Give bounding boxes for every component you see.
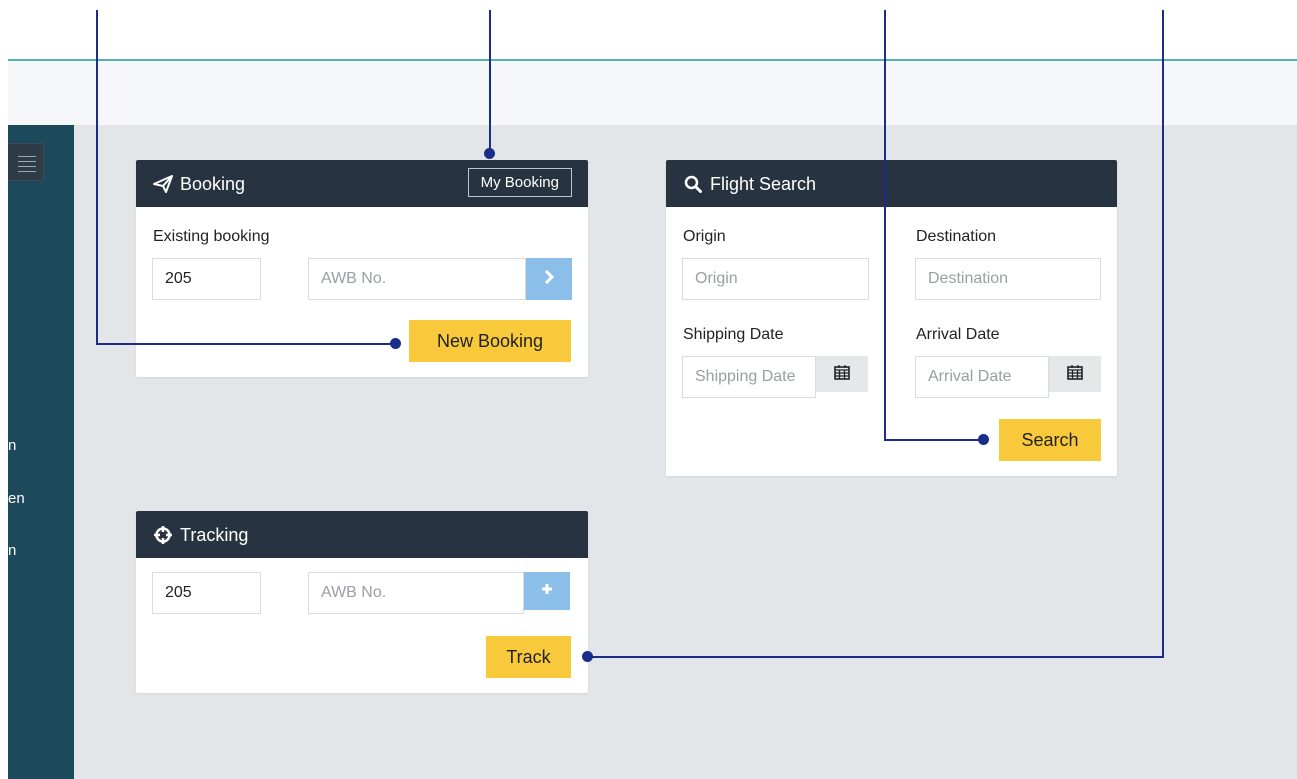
sidebar-item-label[interactable]: n (8, 542, 48, 559)
callout-dot (390, 338, 401, 349)
top-bar (8, 59, 1297, 125)
callout-dot (978, 434, 989, 445)
shipping-date-label: Shipping Date (683, 326, 784, 343)
arrival-date-input[interactable]: Arrival Date (915, 356, 1049, 398)
new-booking-button[interactable]: New Booking (409, 320, 571, 362)
chevron-right-icon (543, 269, 555, 290)
tracking-add-button[interactable] (524, 572, 570, 610)
callout-line (96, 343, 396, 345)
tracking-panel-title: Tracking (180, 524, 249, 545)
callout-line (884, 10, 886, 441)
search-icon (682, 174, 704, 194)
sidebar: n en n (8, 125, 74, 779)
hamburger-icon (18, 156, 36, 157)
hamburger-icon-line (18, 161, 36, 162)
paper-plane-icon (152, 174, 174, 194)
sidebar-item-label[interactable]: n (8, 437, 48, 454)
crosshair-icon (152, 525, 174, 545)
flight-search-panel: Flight Search Origin Destination Origin … (666, 160, 1117, 476)
callout-line (1162, 10, 1164, 658)
arrival-date-calendar-button[interactable] (1049, 356, 1101, 392)
booking-prefix-input[interactable]: 205 (152, 258, 261, 300)
existing-booking-label: Existing booking (153, 228, 270, 245)
hamburger-icon-line (18, 171, 36, 172)
booking-awb-input[interactable]: AWB No. (308, 258, 526, 300)
callout-dot (484, 148, 495, 159)
callout-line (590, 656, 1164, 658)
origin-label: Origin (683, 228, 726, 245)
search-button[interactable]: Search (999, 419, 1101, 461)
hamburger-icon-line (18, 166, 36, 167)
flight-search-panel-header: Flight Search (666, 160, 1117, 207)
callout-line (884, 439, 984, 441)
plus-icon (541, 582, 553, 600)
calendar-icon (1067, 364, 1083, 385)
shipping-date-calendar-button[interactable] (816, 356, 868, 392)
tracking-panel-header: Tracking (136, 511, 588, 558)
arrival-date-label: Arrival Date (916, 326, 1000, 343)
tracking-awb-input[interactable]: AWB No. (308, 572, 524, 614)
destination-input[interactable]: Destination (915, 258, 1101, 300)
booking-panel-title: Booking (180, 173, 246, 194)
callout-line (489, 10, 491, 153)
my-booking-button[interactable]: My Booking (467, 168, 572, 197)
booking-go-button[interactable] (526, 258, 572, 300)
shipping-date-input[interactable]: Shipping Date (682, 356, 816, 398)
callout-line (96, 10, 98, 345)
origin-input[interactable]: Origin (682, 258, 869, 300)
track-button[interactable]: Track (486, 636, 571, 678)
tracking-panel: Tracking 205 AWB No. Track (136, 511, 588, 693)
tracking-prefix-input[interactable]: 205 (152, 572, 261, 614)
sidebar-item-label[interactable]: en (8, 490, 48, 507)
booking-panel-header: Booking My Booking (136, 160, 588, 207)
sidebar-toggle-button[interactable] (8, 143, 44, 181)
calendar-icon (834, 364, 850, 385)
destination-label: Destination (916, 228, 997, 245)
callout-dot (582, 651, 593, 662)
flight-search-panel-title: Flight Search (710, 173, 817, 194)
